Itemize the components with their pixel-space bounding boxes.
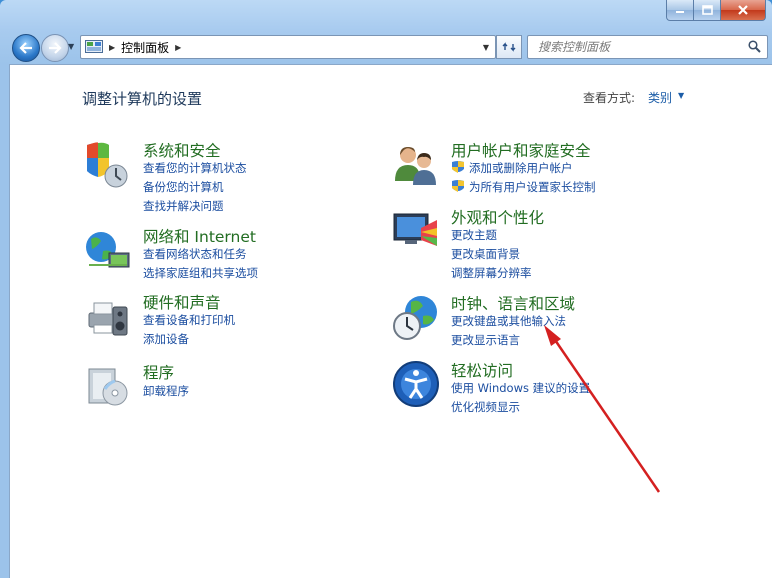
- link-screen-resolution[interactable]: 调整屏幕分辨率: [451, 265, 532, 281]
- close-button[interactable]: [721, 0, 766, 21]
- link-windows-recommended-settings[interactable]: 使用 Windows 建议的设置: [451, 380, 590, 396]
- category-ease-of-access: 轻松访问 使用 Windows 建议的设置 优化视频显示: [391, 359, 691, 415]
- search-box[interactable]: [527, 35, 768, 59]
- category-title-ease[interactable]: 轻松访问: [451, 359, 513, 381]
- category-title-hardware[interactable]: 硬件和声音: [143, 291, 221, 313]
- address-dropdown-icon[interactable]: ▼: [483, 43, 489, 52]
- category-clock-language-region: 时钟、语言和区域 更改键盘或其他输入法 更改显示语言: [391, 292, 691, 348]
- control-panel-window: ▼ ▶ 控制面板 ▶ ▼ 调整计算机的设置 查看方式: 类别 ▼: [0, 0, 772, 578]
- forward-arrow-icon: [49, 42, 62, 54]
- address-bar[interactable]: ▶ 控制面板 ▶ ▼: [80, 35, 496, 59]
- content-pane: 调整计算机的设置 查看方式: 类别 ▼ 系统和安全 查看您的计算机状态 备份您的…: [9, 64, 772, 578]
- page-title: 调整计算机的设置: [82, 90, 203, 108]
- breadcrumb-control-panel[interactable]: 控制面板: [121, 39, 169, 56]
- link-add-device[interactable]: 添加设备: [143, 331, 189, 347]
- forward-button[interactable]: [41, 34, 69, 62]
- link-optimize-visual-display[interactable]: 优化视频显示: [451, 399, 520, 415]
- control-panel-icon: [85, 40, 103, 53]
- view-by-label: 查看方式:: [583, 91, 636, 105]
- view-by-caret-icon[interactable]: ▼: [678, 91, 684, 100]
- category-title-network[interactable]: 网络和 Internet: [143, 225, 256, 247]
- category-network: 网络和 Internet 查看网络状态和任务 选择家庭组和共享选项: [83, 225, 343, 281]
- refresh-icon: [502, 42, 516, 52]
- link-change-display-language[interactable]: 更改显示语言: [451, 332, 520, 348]
- maximize-icon: [701, 5, 713, 15]
- network-globe-icon: [86, 232, 130, 268]
- refresh-button[interactable]: [496, 35, 522, 59]
- search-icon[interactable]: [748, 40, 761, 53]
- back-button[interactable]: [12, 34, 40, 62]
- view-by-dropdown[interactable]: 类别: [648, 89, 672, 106]
- appearance-monitor-icon: [393, 213, 437, 246]
- link-add-remove-accounts[interactable]: 添加或删除用户帐户: [469, 160, 573, 176]
- programs-icon: [88, 368, 128, 406]
- clock-globe-icon: [393, 296, 437, 340]
- link-change-input-method[interactable]: 更改键盘或其他输入法: [451, 313, 566, 329]
- printer-speaker-icon: [88, 302, 128, 336]
- users-icon: [395, 147, 436, 185]
- link-uninstall-program[interactable]: 卸载程序: [143, 383, 189, 399]
- link-devices-printers[interactable]: 查看设备和打印机: [143, 312, 235, 328]
- ease-of-access-icon: [393, 361, 439, 407]
- close-icon: [738, 5, 748, 15]
- maximize-button[interactable]: [694, 0, 721, 21]
- category-title-system[interactable]: 系统和安全: [143, 139, 221, 161]
- category-title-programs[interactable]: 程序: [143, 361, 174, 383]
- link-view-computer-status[interactable]: 查看您的计算机状态: [143, 160, 247, 176]
- link-parental-controls[interactable]: 为所有用户设置家长控制: [469, 179, 596, 195]
- category-title-accounts[interactable]: 用户帐户和家庭安全: [451, 139, 591, 161]
- uac-shield-icon: [452, 180, 464, 192]
- category-title-appearance[interactable]: 外观和个性化: [451, 206, 544, 228]
- breadcrumb-separator-icon: ▶: [175, 42, 182, 52]
- link-troubleshoot[interactable]: 查找并解决问题: [143, 198, 224, 214]
- category-appearance: 外观和个性化 更改主题 更改桌面背景 调整屏幕分辨率: [391, 206, 691, 280]
- caption-buttons: [666, 0, 766, 21]
- back-arrow-icon: [19, 42, 32, 54]
- category-title-clock[interactable]: 时钟、语言和区域: [451, 292, 575, 314]
- link-change-background[interactable]: 更改桌面背景: [451, 246, 520, 262]
- shield-icon: [87, 142, 128, 188]
- recent-pages-dropdown[interactable]: ▼: [68, 42, 74, 51]
- search-input[interactable]: [536, 39, 740, 55]
- uac-shield-icon: [452, 161, 464, 173]
- category-user-accounts: 用户帐户和家庭安全 添加或删除用户帐户 为所有用户设置家长控制: [391, 139, 691, 195]
- link-backup-computer[interactable]: 备份您的计算机: [143, 179, 224, 195]
- link-change-theme[interactable]: 更改主题: [451, 227, 497, 243]
- category-system-security: 系统和安全 查看您的计算机状态 备份您的计算机 查找并解决问题: [83, 139, 343, 213]
- category-hardware-sound: 硬件和声音 查看设备和打印机 添加设备: [83, 291, 343, 347]
- breadcrumb-separator-icon: ▶: [109, 42, 116, 52]
- minimize-button[interactable]: [666, 0, 694, 21]
- link-homegroup-sharing[interactable]: 选择家庭组和共享选项: [143, 265, 258, 281]
- category-programs: 程序 卸载程序: [83, 361, 343, 411]
- link-network-status[interactable]: 查看网络状态和任务: [143, 246, 247, 262]
- minimize-icon: [676, 11, 684, 13]
